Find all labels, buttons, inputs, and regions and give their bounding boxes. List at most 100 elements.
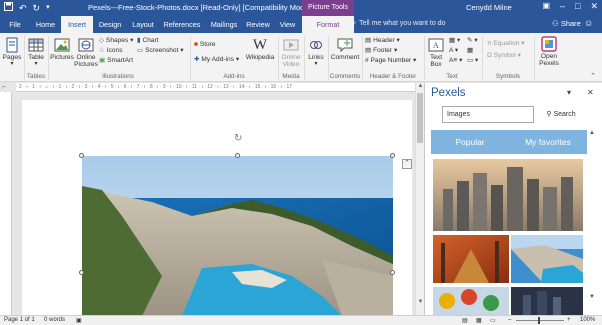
store-label: Store [199, 41, 216, 48]
autumn-thumbnail[interactable] [433, 235, 509, 283]
document-area[interactable]: ↻ ⌃ [12, 92, 415, 315]
table-button[interactable]: Table ▾ [26, 37, 46, 68]
zoom-slider[interactable] [516, 320, 564, 321]
maximize-icon[interactable]: □ [575, 1, 580, 12]
pane-scroll-down-icon[interactable]: ▼ [587, 294, 597, 300]
online-video-label: Online Video [281, 54, 301, 68]
tab-design[interactable]: Design [93, 16, 127, 33]
resize-handle-w[interactable] [79, 270, 84, 275]
beach-thumbnail[interactable] [511, 235, 583, 283]
pictures-button[interactable]: Pictures [50, 37, 74, 61]
icons-button[interactable]: ♘ Icons [99, 46, 123, 55]
online-video-button[interactable]: Online Video [280, 37, 302, 68]
screenshot-button[interactable]: ▭ Screenshot ▾ [137, 46, 184, 55]
tab-references[interactable]: References [159, 16, 205, 33]
document-page[interactable]: ↻ ⌃ [22, 100, 412, 315]
proofing-icon[interactable]: ▣ [76, 317, 82, 324]
tell-me-box[interactable]: ♀ Tell me what you want to do [352, 20, 445, 27]
screenshot-icon: ▭ [137, 47, 144, 54]
page-number-icon: # [365, 57, 369, 64]
drop-cap-icon[interactable]: A≡ ▾ [449, 56, 462, 65]
resize-handle-nw[interactable] [79, 153, 84, 158]
redo-icon[interactable]: ↻ [33, 2, 41, 14]
quick-parts-icon[interactable]: ▦ ▾ [449, 36, 460, 45]
tab-my-favorites[interactable]: My favorites [509, 130, 587, 154]
equation-button[interactable]: π Equation ▾ [487, 39, 525, 48]
text-box-button[interactable]: A Text Box [426, 37, 446, 68]
night-city-thumbnail[interactable] [511, 287, 583, 315]
pages-button[interactable]: Pages ▾ [2, 37, 22, 68]
pane-scrollbar[interactable]: ▲ ▼ [587, 130, 597, 306]
tab-file[interactable]: File [0, 16, 30, 33]
undo-icon[interactable]: ↶ [19, 2, 27, 14]
inserted-picture[interactable] [82, 156, 393, 315]
tab-home[interactable]: Home [30, 16, 61, 33]
horizontal-ruler[interactable]: · 2 · ı · 1 · ı · ⌂ · ı · 1 · ı · 2 · ı … [16, 83, 418, 92]
pane-scroll-up-icon[interactable]: ▲ [587, 130, 597, 136]
collapse-ribbon-icon[interactable]: ⌃ [590, 72, 596, 80]
minimize-icon[interactable]: – [560, 1, 565, 12]
web-layout-icon[interactable]: ▭ [490, 317, 496, 324]
user-name[interactable]: Cenydd Milne [466, 3, 512, 12]
pexels-search-input[interactable] [442, 106, 534, 123]
pane-options-icon[interactable]: ▾ [567, 88, 571, 97]
store-button[interactable]: ■ Store [194, 40, 216, 49]
comment-button[interactable]: Comment [330, 37, 360, 61]
save-icon[interactable] [4, 2, 13, 14]
open-pexels-button[interactable]: Open Pexels [536, 36, 562, 67]
symbol-button[interactable]: Ω Symbol ▾ [487, 51, 521, 60]
word-count[interactable]: 0 words [44, 317, 65, 323]
zoom-level[interactable]: 100% [580, 317, 595, 323]
tab-insert[interactable]: Insert [61, 16, 93, 33]
shapes-button[interactable]: ◇ Shapes ▾ [99, 36, 133, 45]
rotate-handle-icon[interactable]: ↻ [234, 133, 242, 144]
footer-button[interactable]: ▤ Footer ▾ [365, 46, 397, 55]
page-number-label: Page Number [370, 57, 412, 64]
city-thumbnail[interactable] [433, 159, 583, 231]
date-time-icon[interactable]: ▦ [467, 46, 473, 55]
ribbon-display-icon[interactable]: ▣ [542, 1, 550, 12]
smartart-button[interactable]: ▣ SmartArt [99, 56, 133, 65]
resize-handle-e[interactable] [390, 270, 395, 275]
tab-review[interactable]: Review [243, 16, 273, 33]
online-pictures-button[interactable]: Online Pictures [74, 37, 98, 68]
pane-close-icon[interactable]: ✕ [587, 88, 594, 97]
customize-icon[interactable]: ▾ [46, 2, 50, 14]
zoom-slider-thumb[interactable] [538, 317, 540, 324]
document-scrollbar[interactable]: ▲ ▼ [415, 83, 424, 315]
tab-selector-icon[interactable]: ⌐ [2, 84, 6, 91]
tab-mailings[interactable]: Mailings [205, 16, 243, 33]
tab-format[interactable]: Format [302, 16, 354, 33]
addins-icon: ✚ [194, 56, 200, 63]
zoom-in-icon[interactable]: + [567, 317, 571, 323]
link-icon [310, 41, 322, 49]
my-addins-button[interactable]: ✚ My Add-ins ▾ [194, 55, 239, 64]
pexels-search-button[interactable]: ⚲ Search [537, 106, 585, 123]
print-layout-icon[interactable]: ▦ [476, 317, 482, 324]
object-icon[interactable]: ▭ ▾ [467, 56, 478, 65]
zoom-out-icon[interactable]: – [508, 317, 511, 323]
resize-handle-ne[interactable] [390, 153, 395, 158]
pi-icon: π [487, 40, 492, 47]
umbrellas-thumbnail[interactable] [433, 287, 509, 315]
tab-layout[interactable]: Layout [127, 16, 159, 33]
links-button[interactable]: Links ▾ [306, 37, 326, 68]
wordart-icon[interactable]: A ▾ [449, 46, 458, 55]
signature-line-icon[interactable]: ✎ ▾ [467, 36, 478, 45]
tab-popular[interactable]: Popular [431, 130, 509, 154]
resize-handle-n[interactable] [235, 153, 240, 158]
page-count[interactable]: Page 1 of 1 [4, 317, 35, 323]
feedback-smile-icon[interactable]: ☺ [584, 18, 593, 28]
layout-options-icon[interactable]: ⌃ [402, 159, 412, 169]
read-mode-icon[interactable]: ▤ [462, 317, 468, 324]
vertical-ruler[interactable] [0, 92, 12, 315]
wikipedia-button[interactable]: W Wikipedia [244, 37, 276, 61]
header-label: Header [373, 37, 395, 44]
share-button[interactable]: ⚇ Share [552, 19, 581, 28]
chart-button[interactable]: ▮ Chart [137, 36, 159, 45]
scroll-thumb[interactable] [417, 93, 423, 143]
close-icon[interactable]: ✕ [590, 1, 598, 12]
tab-view[interactable]: View [273, 16, 302, 33]
page-number-button[interactable]: # Page Number ▾ [365, 56, 416, 65]
header-button[interactable]: ▤ Header ▾ [365, 36, 400, 45]
